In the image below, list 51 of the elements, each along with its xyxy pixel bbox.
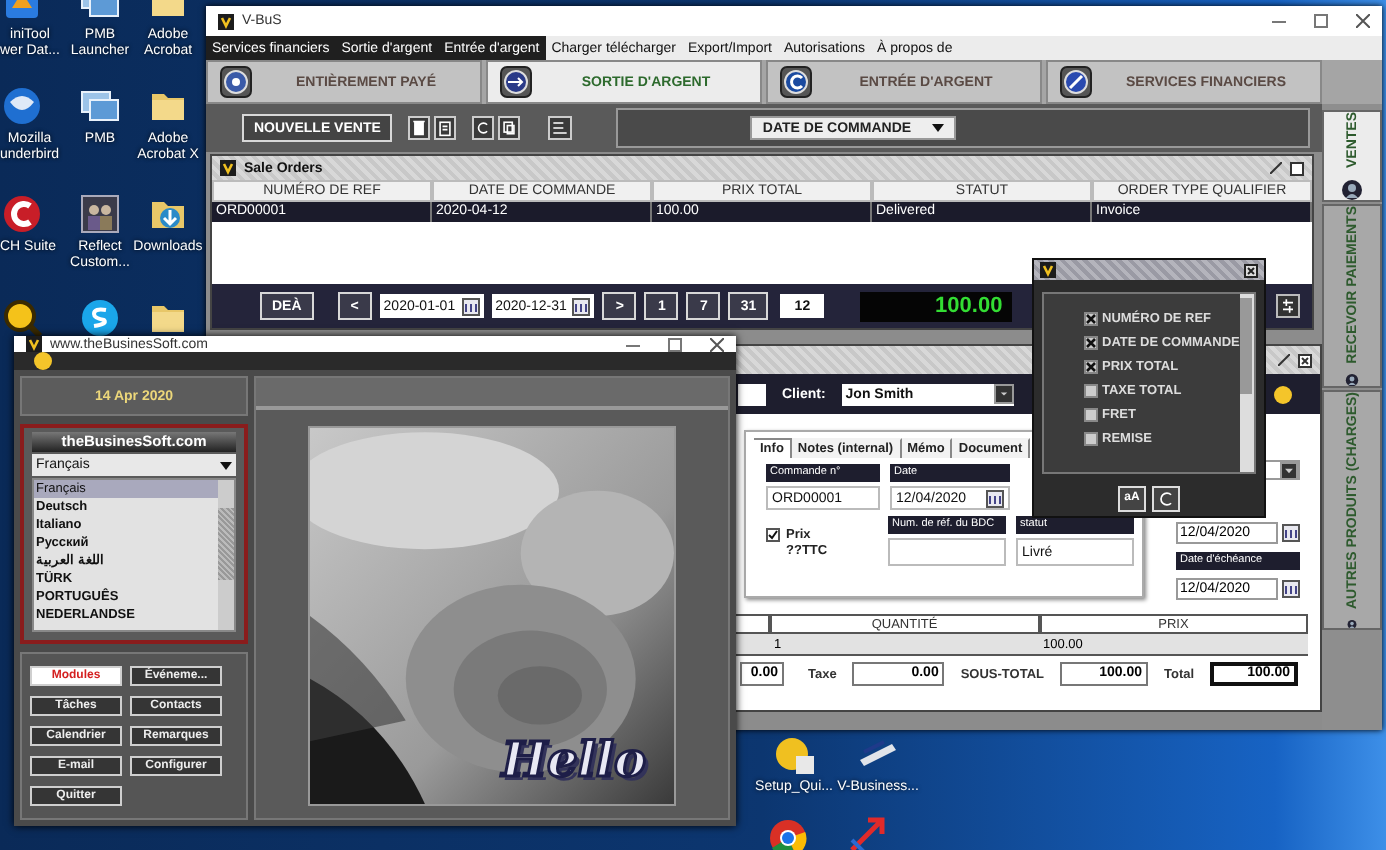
caret-icon — [220, 461, 232, 469]
pen-icon — [1060, 66, 1092, 98]
app-icon — [78, 192, 122, 236]
close-icon[interactable] — [710, 337, 724, 351]
scrollbar-thumb[interactable] — [218, 508, 234, 580]
close-icon[interactable] — [1356, 14, 1370, 28]
settings-icon[interactable] — [1276, 294, 1300, 318]
refresh-icon[interactable] — [1152, 485, 1180, 511]
browser-icon — [766, 816, 810, 850]
coin-icon — [220, 66, 252, 98]
status-dot-icon — [1274, 385, 1292, 403]
caret-icon — [993, 384, 1014, 404]
close-icon[interactable] — [1298, 353, 1312, 367]
person-icon — [1342, 373, 1362, 386]
app-icon — [0, 192, 44, 236]
person-icon — [1342, 619, 1362, 628]
copy-icon[interactable] — [498, 116, 521, 140]
checkbox[interactable] — [1084, 360, 1098, 374]
checkbox[interactable] — [1084, 384, 1098, 398]
clipboard-icon[interactable] — [434, 116, 457, 140]
checkbox[interactable] — [1084, 432, 1098, 446]
checkbox[interactable] — [1084, 408, 1098, 422]
checkbox[interactable] — [1084, 336, 1098, 350]
mail-app-icon — [0, 84, 44, 128]
checkbox[interactable] — [766, 528, 780, 542]
columns-icon[interactable] — [548, 116, 573, 140]
setup-icon — [772, 732, 816, 776]
calendar-icon[interactable] — [572, 297, 591, 315]
app-logo-icon — [218, 13, 234, 29]
restore-icon[interactable] — [1278, 354, 1290, 366]
search-icon — [0, 296, 44, 340]
calendar-icon[interactable] — [1282, 580, 1300, 598]
calendar-icon[interactable] — [1282, 524, 1300, 542]
trash-icon[interactable] — [408, 116, 431, 140]
splash-text: Hello — [501, 730, 646, 788]
maximize-icon[interactable] — [1290, 161, 1304, 175]
input-field[interactable] — [738, 383, 766, 405]
status-dot-icon — [34, 352, 52, 370]
app-logo-icon — [220, 160, 236, 176]
close-icon[interactable] — [1244, 263, 1258, 277]
refresh-icon[interactable] — [472, 116, 495, 140]
calendar-icon[interactable] — [986, 489, 1004, 507]
scrollbar-thumb[interactable] — [1240, 298, 1253, 394]
person-icon — [1342, 179, 1362, 199]
app-logo-icon — [26, 336, 42, 352]
po-number-field[interactable] — [888, 538, 1007, 566]
total-display: 100.00 — [860, 291, 1013, 321]
caret-icon — [931, 124, 944, 132]
checkbox[interactable] — [1084, 312, 1098, 326]
restore-icon[interactable] — [1270, 162, 1282, 174]
calendar-icon[interactable] — [461, 297, 480, 315]
